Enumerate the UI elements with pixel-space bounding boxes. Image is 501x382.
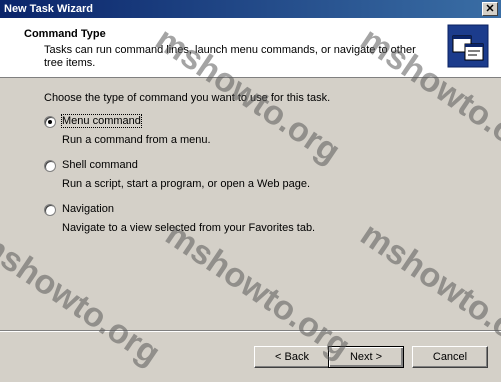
cancel-button[interactable]: Cancel — [412, 346, 488, 368]
wizard-header: Command Type Tasks can run command lines… — [0, 18, 501, 78]
navigation-description: Navigate to a view selected from your Fa… — [62, 222, 316, 234]
next-button-label: Next > — [349, 351, 383, 363]
close-button[interactable]: ✕ — [482, 2, 498, 16]
page-description: Tasks can run command lines, launch menu… — [44, 44, 416, 69]
menu-command-label[interactable]: Menu command — [61, 114, 142, 128]
next-button[interactable]: Next > — [328, 346, 404, 368]
menu-command-radio[interactable] — [44, 116, 56, 128]
navigation-label[interactable]: Navigation — [62, 203, 114, 215]
prompt-text: Choose the type of command you want to u… — [44, 92, 331, 104]
cancel-button-label: Cancel — [432, 351, 468, 363]
wizard-window: New Task Wizard ✕ Command Type Tasks can… — [0, 0, 501, 382]
watermark-5: mshowto.org — [353, 215, 501, 366]
radio-selected-dot — [48, 120, 52, 124]
page-title: Command Type — [24, 28, 106, 40]
navigation-radio[interactable] — [44, 204, 56, 216]
footer-divider — [0, 330, 501, 332]
shell-command-radio[interactable] — [44, 160, 56, 172]
title-bar: New Task Wizard ✕ — [0, 0, 501, 18]
wizard-windows-icon — [447, 24, 489, 68]
shell-command-description: Run a script, start a program, or open a… — [62, 178, 311, 190]
close-icon: ✕ — [485, 3, 495, 15]
window-title: New Task Wizard — [4, 3, 93, 15]
watermark-4: mshowto.org — [158, 215, 357, 366]
back-button[interactable]: < Back — [254, 346, 330, 368]
back-button-label: < Back — [275, 351, 309, 363]
watermark-3: mshowto.org — [0, 222, 167, 373]
menu-command-description: Run a command from a menu. — [62, 134, 211, 146]
shell-command-label[interactable]: Shell command — [62, 159, 138, 171]
